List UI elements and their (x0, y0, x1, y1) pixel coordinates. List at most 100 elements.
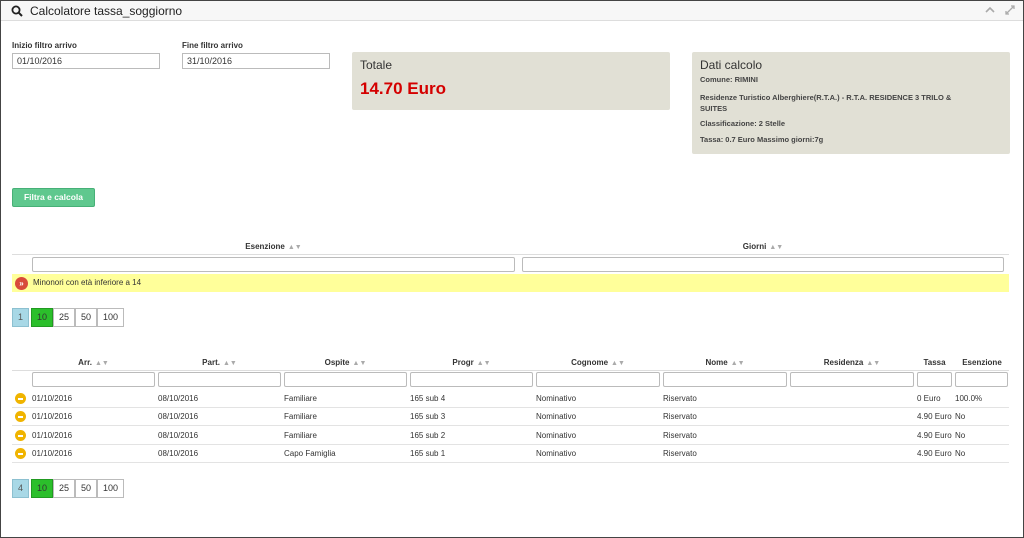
minus-circle-icon[interactable] (15, 411, 26, 422)
sort-icon: ▲▼ (94, 360, 109, 367)
th-residenza[interactable]: Residenza ▲▼ (790, 358, 914, 367)
page-size-100[interactable]: 100 (97, 308, 124, 327)
end-date-label: Fine filtro arrivo (182, 41, 243, 50)
filter-nome[interactable] (663, 372, 787, 387)
cell-esenzione: No (955, 412, 966, 421)
exemption-row[interactable]: » Minonori con età inferiore a 14 (12, 274, 1009, 292)
cell-arr: 01/10/2016 (32, 431, 73, 440)
title-bar: Calcolatore tassa_soggiorno (1, 1, 1023, 21)
filter-arr[interactable] (32, 372, 155, 387)
filter-part[interactable] (158, 372, 281, 387)
cell-progr: 165 sub 4 (410, 394, 446, 403)
th-giorni[interactable]: Giorni ▲▼ (522, 242, 1004, 251)
filter-esenzione[interactable] (32, 257, 515, 272)
th-nome[interactable]: Nome ▲▼ (663, 358, 787, 367)
th-esenzione-guest[interactable]: Esenzione (955, 358, 1009, 367)
cell-esenzione: 100.0% (955, 394, 983, 403)
cell-tassa: 4.90 Euro (917, 449, 952, 458)
total-title: Totale (360, 58, 393, 72)
th-ospite[interactable]: Ospite ▲▼ (284, 358, 407, 367)
pager-count: 4 (12, 479, 29, 498)
page-size-25[interactable]: 25 (53, 308, 75, 327)
sort-icon: ▲▼ (222, 360, 237, 367)
details-struttura: Residenze Turistico Alberghiere(R.T.A.) … (700, 93, 952, 102)
cell-part: 08/10/2016 (158, 394, 199, 403)
cell-nome: Riservato (663, 431, 697, 440)
cell-nome: Riservato (663, 412, 697, 421)
page-size-50[interactable]: 50 (75, 479, 97, 498)
cell-cognome: Nominativo (536, 449, 577, 458)
details-title: Dati calcolo (700, 58, 763, 72)
th-arr[interactable]: Arr. ▲▼ (32, 358, 155, 367)
th-tassa[interactable]: Tassa (917, 358, 952, 367)
details-panel: Dati calcolo Comune: RIMINI Residenze Tu… (692, 52, 1010, 154)
page-size-10[interactable]: 10 (31, 308, 53, 327)
chevron-up-icon[interactable] (984, 4, 996, 16)
filter-cognome[interactable] (536, 372, 660, 387)
cell-nome: Riservato (663, 394, 697, 403)
double-chevron-icon[interactable]: » (15, 277, 28, 290)
cell-part: 08/10/2016 (158, 449, 199, 458)
cell-arr: 01/10/2016 (32, 449, 73, 458)
cell-nome: Riservato (663, 449, 697, 458)
expand-icon[interactable] (1004, 4, 1016, 16)
calculator-window: Calcolatore tassa_soggiorno Inizio filtr… (0, 0, 1024, 538)
cell-arr: 01/10/2016 (32, 394, 73, 403)
page-size-25[interactable]: 25 (53, 479, 75, 498)
cell-arr: 01/10/2016 (32, 412, 73, 421)
cell-esenzione: No (955, 431, 966, 440)
cell-tassa: 0 Euro (917, 394, 941, 403)
page-size-10[interactable]: 10 (31, 479, 53, 498)
minus-circle-icon[interactable] (15, 393, 26, 404)
filter-giorni[interactable] (522, 257, 1004, 272)
pager-count: 1 (12, 308, 29, 327)
th-esenzione[interactable]: Esenzione ▲▼ (32, 242, 515, 251)
th-cognome[interactable]: Cognome ▲▼ (536, 358, 660, 367)
table-row[interactable]: 01/10/2016 08/10/2016 Familiare 165 sub … (12, 408, 1009, 426)
start-date-input[interactable] (12, 53, 160, 69)
cell-tassa: 4.90 Euro (917, 412, 952, 421)
page-size-50[interactable]: 50 (75, 308, 97, 327)
divider (12, 254, 1009, 255)
filter-progr[interactable] (410, 372, 533, 387)
total-value: 14.70 Euro (360, 79, 446, 98)
table-row[interactable]: 01/10/2016 08/10/2016 Familiare 165 sub … (12, 390, 1009, 408)
filter-calculate-button[interactable]: Filtra e calcola (12, 188, 95, 207)
minus-circle-icon[interactable] (15, 448, 26, 459)
details-struttura-cont: SUITES (700, 104, 728, 113)
cell-ospite: Familiare (284, 394, 317, 403)
details-comune: Comune: RIMINI (700, 75, 758, 84)
cell-tassa: 4.90 Euro (917, 431, 952, 440)
filter-ospite[interactable] (284, 372, 407, 387)
cell-cognome: Nominativo (536, 412, 577, 421)
cell-ospite: Familiare (284, 431, 317, 440)
th-part[interactable]: Part. ▲▼ (158, 358, 281, 367)
window-title: Calcolatore tassa_soggiorno (30, 4, 183, 18)
cell-part: 08/10/2016 (158, 412, 199, 421)
details-classificazione: Classificazione: 2 Stelle (700, 119, 786, 128)
table-row[interactable]: 01/10/2016 08/10/2016 Capo Famiglia 165 … (12, 445, 1009, 463)
filter-residenza[interactable] (790, 372, 914, 387)
cell-progr: 165 sub 1 (410, 449, 446, 458)
cell-cognome: Nominativo (536, 431, 577, 440)
page-size-100[interactable]: 100 (97, 479, 124, 498)
sort-icon: ▲▼ (352, 360, 367, 367)
sort-icon: ▲▼ (730, 360, 745, 367)
end-date-input[interactable] (182, 53, 330, 69)
start-date-label: Inizio filtro arrivo (12, 41, 77, 50)
divider (12, 370, 1009, 371)
cell-progr: 165 sub 3 (410, 412, 446, 421)
filter-esenzione-guest[interactable] (955, 372, 1008, 387)
th-progr[interactable]: Progr ▲▼ (410, 358, 533, 367)
filter-tassa[interactable] (917, 372, 952, 387)
cell-progr: 165 sub 2 (410, 431, 446, 440)
cell-part: 08/10/2016 (158, 431, 199, 440)
cell-cognome: Nominativo (536, 394, 577, 403)
minus-circle-icon[interactable] (15, 430, 26, 441)
total-panel: Totale 14.70 Euro (352, 52, 670, 110)
sort-icon: ▲▼ (287, 244, 302, 251)
search-icon (11, 5, 23, 19)
table-row[interactable]: 01/10/2016 08/10/2016 Familiare 165 sub … (12, 427, 1009, 445)
sort-icon: ▲▼ (476, 360, 491, 367)
cell-ospite: Familiare (284, 412, 317, 421)
